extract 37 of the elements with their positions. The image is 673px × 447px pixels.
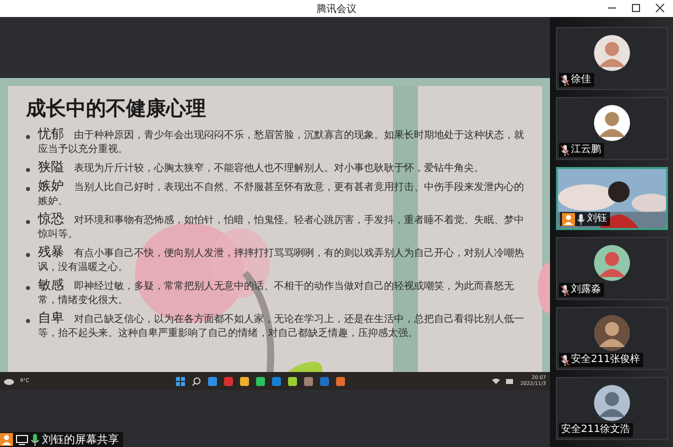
bullet-icon (26, 286, 30, 290)
bullet-icon (26, 319, 30, 323)
participant-tile[interactable]: 安全211张俊梓 (556, 307, 668, 370)
slide-title: 成长中的不健康心理 (26, 96, 207, 120)
battery-icon (506, 378, 514, 384)
close-icon[interactable] (655, 3, 665, 13)
participant-tile[interactable]: 徐佳 (556, 27, 668, 90)
bullet-icon (26, 187, 30, 191)
participant-name: 安全211张俊梓 (571, 353, 640, 367)
bullet-icon (26, 220, 30, 224)
item-text: 自卑 对自己缺乏信心，以为在各方面都不如人家，无论在学习上，还是在生活中，总把自己看得比别人低一等，抬不起头来。这种自卑严重影响了自己的情绪，对自己都缺乏情趣，压抑感太强。 (38, 312, 525, 341)
item-text: 惊恐 对环境和事物有恐怖感，如怕针，怕暗，怕鬼怪。轻者心跳厉害，手发抖，重者睡不着觉、失眠、梦中惊叫等。 (38, 213, 525, 242)
participant-name: 刘露淼 (571, 283, 601, 297)
screen-share-icon (16, 434, 28, 444)
item-text: 残暴 有点小事自己不快，便向别人发泄，摔摔打打骂骂咧咧，有的则以戏弄别人为自己开心，对别人冷嘲热讽，没有温暖之心。 (38, 246, 525, 275)
window-title: 腾讯会议 (316, 2, 356, 16)
share-label-text: 刘钰的屏幕共享 (42, 432, 119, 447)
participant-name: 江云鹏 (571, 143, 601, 157)
bullet-icon (26, 168, 30, 172)
search-icon[interactable] (192, 376, 202, 386)
participant-name: 徐佳 (571, 73, 591, 87)
participant-tile[interactable]: 刘露淼 (556, 237, 668, 300)
participant-tile[interactable]: 刘钰 (556, 167, 668, 230)
participant-tile[interactable]: 江云鹏 (556, 97, 668, 160)
cloud-icon (4, 377, 14, 385)
item-text: 忧郁 由于种种原因，青少年会出现闷闷不乐，愁眉苦脸，沉默寡言的现象。如果长时期地处于这种状态，就应当予以充分重视。 (38, 128, 525, 157)
item-text: 敏感 即神经过敏，多疑，常常把别人无意中的话、不相干的动作当做对自己的轻视或嘲笑，为此而喜怒无常，情绪变化很大。 (38, 279, 515, 308)
participant-tile[interactable]: 安全211徐文浩 (556, 377, 668, 440)
start-icon[interactable] (176, 376, 186, 386)
bullet-icon (26, 253, 30, 257)
wifi-icon (492, 378, 500, 384)
item-text: 嫉妒 当别人比自己好时，表现出不自然、不舒服甚至怀有敌意，更有甚者竟用打击、中伤手段来发泄内心的嫉妒。 (38, 180, 525, 209)
participant-name: 安全211徐文浩 (561, 423, 630, 437)
item-text: 狭隘 表现为斤斤计较，心胸太狭窄，不能容他人也不理解别人。对小事也耿耿于怀，爱钻牛角尖。 (38, 161, 484, 176)
bullet-icon (26, 135, 30, 139)
participant-name: 刘钰 (587, 212, 607, 226)
maximize-icon[interactable] (631, 3, 641, 13)
